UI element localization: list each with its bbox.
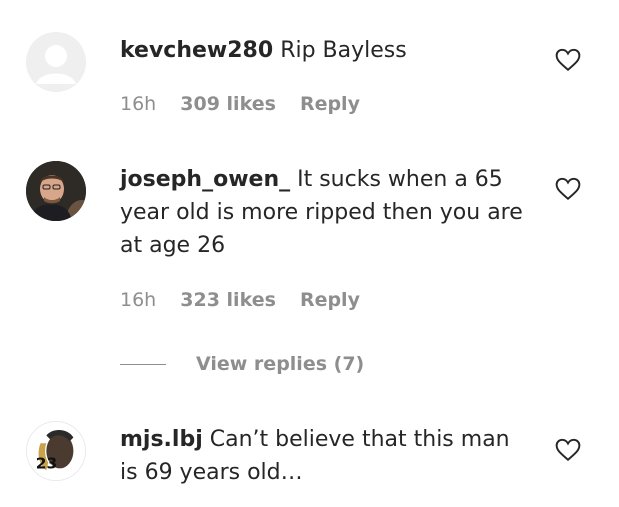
comments-list: kevchew280 Rip Bayless 16h 309 likes Repl…: [0, 0, 619, 507]
default-avatar-icon: [26, 32, 86, 92]
avatar[interactable]: [26, 32, 86, 92]
comment-time: 16h: [120, 93, 157, 115]
like-heart-icon[interactable]: [555, 48, 581, 72]
like-heart-icon[interactable]: [555, 438, 581, 462]
view-replies-label: View replies (7): [196, 353, 365, 375]
reply-button[interactable]: Reply: [300, 289, 360, 311]
likes-count[interactable]: 323 likes: [180, 289, 276, 311]
comment-meta: 16h 309 likes Reply: [120, 93, 378, 119]
svg-text:23: 23: [36, 454, 58, 472]
divider-line: [120, 363, 166, 365]
like-heart-icon[interactable]: [555, 177, 581, 201]
likes-count[interactable]: 309 likes: [180, 93, 276, 115]
comment-text: kevchew280 Rip Bayless: [120, 34, 530, 67]
view-replies-button[interactable]: View replies (7): [120, 349, 364, 379]
username-link[interactable]: mjs.lbj: [120, 427, 203, 452]
user-photo-avatar: 23: [27, 422, 85, 480]
username-link[interactable]: kevchew280: [120, 38, 273, 63]
reply-button[interactable]: Reply: [300, 93, 360, 115]
avatar[interactable]: 23: [26, 421, 86, 481]
user-photo-avatar: [26, 161, 86, 221]
comment-body: Rip Bayless: [280, 38, 407, 63]
username-link[interactable]: joseph_owen_: [120, 167, 290, 192]
comment-meta: 16h 323 likes Reply: [120, 289, 378, 315]
comment-text: joseph_owen_ It sucks when a 65 year old …: [120, 163, 530, 262]
comment-text: mjs.lbj Can’t believe that this man is 69…: [120, 423, 530, 489]
comment-time: 16h: [120, 289, 157, 311]
avatar[interactable]: [26, 161, 86, 221]
